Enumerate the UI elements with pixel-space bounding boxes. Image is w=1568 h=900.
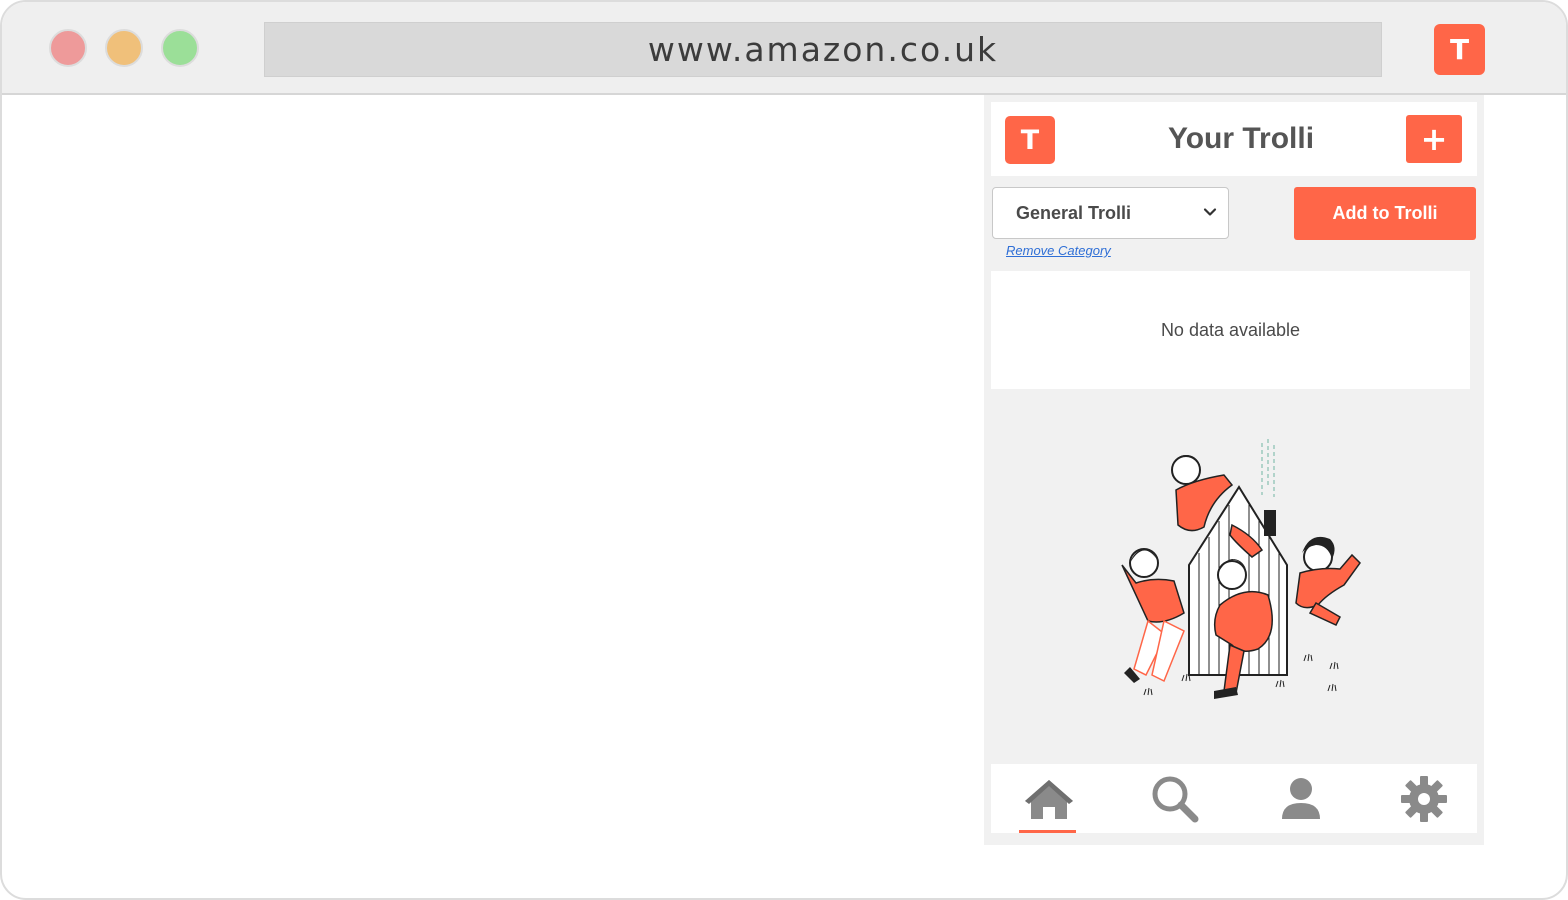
title-bar: www.amazon.co.uk T — [2, 2, 1566, 95]
trolli-logo: T — [1005, 116, 1055, 164]
extension-logo-letter: T — [1449, 33, 1470, 66]
nav-profile[interactable] — [1271, 772, 1331, 826]
gear-icon — [1401, 776, 1447, 822]
popup-title: Your Trolli — [1167, 122, 1315, 155]
nav-settings[interactable] — [1394, 772, 1454, 826]
nav-search[interactable] — [1145, 772, 1205, 826]
add-to-trolli-label: Add to Trolli — [1332, 203, 1438, 223]
category-select-value: General Trolli — [1016, 202, 1132, 223]
empty-state-message: No data available — [1160, 319, 1301, 340]
popup-header: T Your Trolli + — [991, 102, 1477, 176]
maximize-window-button[interactable] — [161, 29, 199, 67]
bottom-nav — [991, 764, 1477, 833]
nav-home[interactable] — [1019, 772, 1079, 826]
user-icon — [1282, 778, 1320, 819]
address-bar[interactable]: www.amazon.co.uk — [264, 22, 1382, 77]
trolli-popup: T Your Trolli + General Trolli Add to Tr… — [984, 95, 1484, 845]
add-to-trolli-button[interactable]: Add to Trolli — [1294, 187, 1476, 240]
add-category-button[interactable]: + — [1406, 115, 1462, 163]
plus-icon: + — [1420, 120, 1448, 158]
browser-window: www.amazon.co.uk T T Your Trolli + Gener… — [0, 0, 1568, 900]
remove-category-link[interactable]: Remove Category — [1006, 243, 1111, 258]
logo-letter: T — [1020, 124, 1040, 156]
active-tab-indicator — [1019, 830, 1076, 833]
minimize-window-button[interactable] — [105, 29, 143, 67]
search-icon — [1152, 776, 1199, 823]
chevron-down-icon — [1203, 208, 1217, 216]
close-window-button[interactable] — [49, 29, 87, 67]
trolli-items-panel: No data available — [991, 271, 1470, 389]
people-house-illustration — [1121, 439, 1361, 699]
url-text: www.amazon.co.uk — [647, 30, 999, 69]
category-select[interactable]: General Trolli — [992, 187, 1229, 239]
trolli-extension-button[interactable]: T — [1434, 24, 1485, 75]
home-icon — [1025, 780, 1073, 819]
